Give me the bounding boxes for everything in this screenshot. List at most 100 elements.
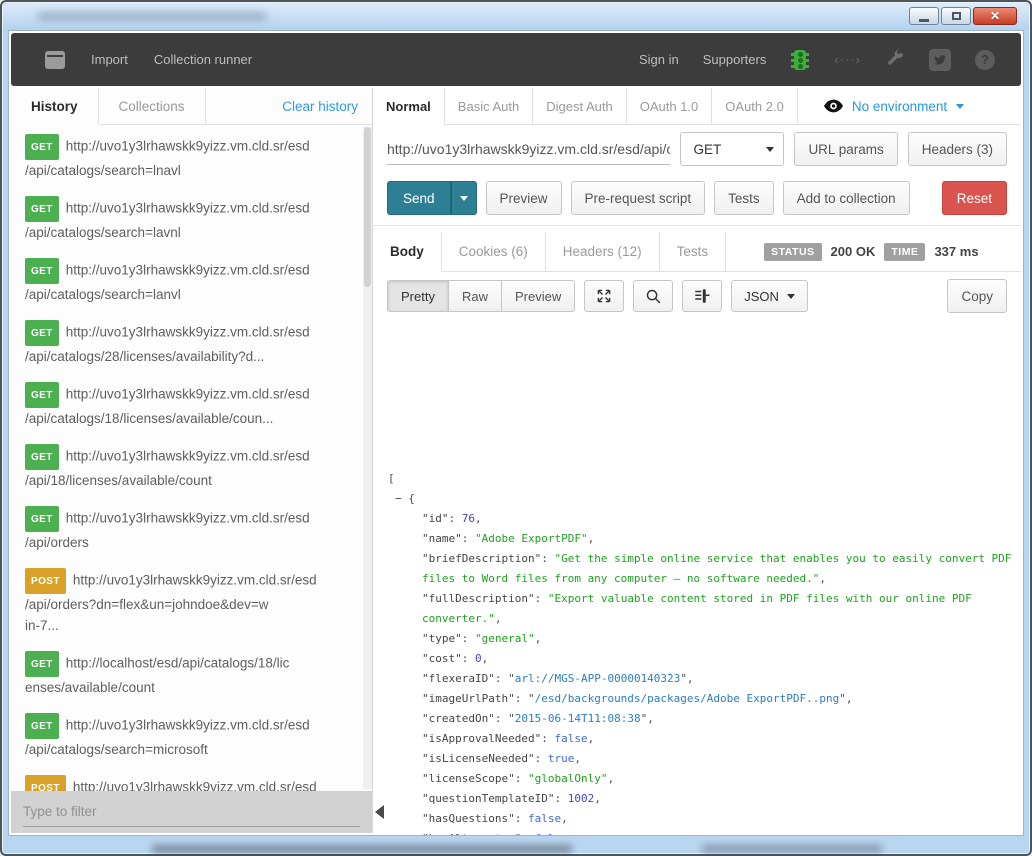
method-badge: GET [25, 196, 59, 222]
url-params-button[interactable]: URL params [794, 132, 897, 166]
minimize-button[interactable] [909, 7, 939, 25]
code-line: "briefDescription": "Get the simple onli… [388, 549, 1021, 569]
method-select[interactable]: GET [680, 132, 784, 166]
response-body[interactable]: [− {"id": 76,"name": "Adobe ExportPDF","… [373, 457, 1021, 836]
sign-in-button[interactable]: Sign in [639, 52, 679, 67]
history-url: /api/catalogs/28/licenses/availability?d… [25, 346, 358, 367]
code-line: "cost": 0, [388, 649, 1021, 669]
view-preview-button[interactable]: Preview [502, 280, 575, 312]
copy-button[interactable]: Copy [947, 279, 1007, 313]
history-url: /api/catalogs/search=lanvl [25, 284, 358, 305]
code-line: "id": 76, [388, 509, 1021, 529]
history-url: in-7... [25, 615, 358, 636]
tab-normal[interactable]: Normal [373, 88, 445, 125]
tab-digest-auth[interactable]: Digest Auth [533, 88, 627, 124]
code-line: "hasQuestions": false, [388, 809, 1021, 829]
method-value: GET [693, 142, 721, 157]
tab-basic-auth[interactable]: Basic Auth [445, 88, 533, 124]
sidebar-collapse-icon[interactable] [375, 805, 384, 819]
status-value: 200 OK [831, 244, 876, 259]
status-badge: STATUS [764, 243, 821, 261]
close-button[interactable]: ✕ [973, 7, 1017, 25]
format-select[interactable]: JSON [731, 280, 808, 312]
tab-history[interactable]: History [11, 88, 99, 125]
search-icon [645, 288, 662, 305]
window-body: Import Collection runner Sign in Support… [8, 30, 1024, 836]
reset-button[interactable]: Reset [942, 181, 1007, 215]
method-badge: GET [25, 713, 59, 739]
request-panel: Normal Basic Auth Digest Auth OAuth 1.0 … [373, 88, 1021, 833]
tab-tests[interactable]: Tests [660, 232, 727, 271]
history-url: http://uvo1y3lrhawskk9yizz.vm.cld.sr/esd [73, 780, 317, 792]
traffic-light-icon[interactable] [794, 50, 806, 70]
pre-request-script-button[interactable]: Pre-request script [571, 181, 706, 215]
indent-icon [693, 287, 711, 305]
code-line: "createdOn": "2015-06-14T11:08:38", [388, 709, 1021, 729]
code-brackets-icon[interactable]: ‹···› [834, 52, 861, 67]
environment-selector[interactable]: No environment [824, 88, 964, 124]
tab-oauth-2[interactable]: OAuth 2.0 [712, 88, 798, 124]
filter-input[interactable] [23, 797, 360, 827]
help-icon[interactable]: ? [975, 50, 995, 70]
history-item[interactable]: GEThttp://uvo1y3lrhawskk9yizz.vm.cld.sr/… [11, 435, 362, 497]
history-url: http://uvo1y3lrhawskk9yizz.vm.cld.sr/esd [66, 201, 310, 216]
tab-oauth-1[interactable]: OAuth 1.0 [627, 88, 713, 124]
history-item[interactable]: POSThttp://uvo1y3lrhawskk9yizz.vm.cld.sr… [11, 559, 362, 642]
supporters-button[interactable]: Supporters [703, 52, 767, 67]
window-titlebar[interactable]: ✕ [3, 3, 1029, 30]
history-item[interactable]: GEThttp://uvo1y3lrhawskk9yizz.vm.cld.sr/… [11, 704, 362, 766]
action-row: Send Preview Pre-request script Tests Ad… [373, 173, 1021, 223]
search-button[interactable] [633, 280, 673, 312]
view-pretty-button[interactable]: Pretty [387, 280, 449, 312]
wrench-icon[interactable] [885, 48, 905, 71]
twitter-icon[interactable] [929, 49, 951, 71]
sidebar-scrollbar[interactable] [363, 127, 372, 789]
tab-body[interactable]: Body [373, 232, 442, 272]
history-url: /api/catalogs/search=lavnl [25, 222, 358, 243]
top-toolbar: Import Collection runner Sign in Support… [11, 33, 1021, 86]
history-item[interactable]: GET http://uvo1y3lrhawskk9yizz.vm.cld.sr/… [11, 125, 362, 187]
time-value: 337 ms [934, 244, 978, 259]
history-url: /api/orders?dn=flex&un=johndoe&dev=w [25, 594, 358, 615]
history-item[interactable]: GET http://uvo1y3lrhawskk9yizz.vm.cld.sr/… [11, 187, 362, 249]
history-item[interactable]: GEThttp://localhost/esd/api/catalogs/18/… [11, 642, 362, 704]
url-input[interactable] [387, 133, 670, 165]
request-tabs: Normal Basic Auth Digest Auth OAuth 1.0 … [373, 88, 1021, 125]
method-badge: GET [25, 651, 59, 677]
import-button[interactable]: Import [91, 52, 128, 67]
headers-button[interactable]: Headers (3) [908, 132, 1007, 166]
method-badge: GET [25, 134, 59, 160]
method-badge: GET [25, 382, 59, 408]
eye-icon [824, 99, 843, 113]
add-to-collection-button[interactable]: Add to collection [783, 181, 910, 215]
clear-history-link[interactable]: Clear history [282, 88, 372, 124]
code-line: "type": "general", [388, 629, 1021, 649]
method-badge: GET [25, 444, 59, 470]
window-title-blurred [37, 12, 267, 21]
tab-collections[interactable]: Collections [99, 88, 206, 124]
format-button[interactable] [682, 280, 722, 312]
view-controls: Pretty Raw Preview [373, 272, 1021, 316]
history-url: /api/catalogs/search=microsoft [25, 739, 358, 760]
history-list: GET http://uvo1y3lrhawskk9yizz.vm.cld.sr/… [11, 125, 362, 791]
maximize-button[interactable] [941, 7, 971, 25]
expand-button[interactable] [584, 280, 624, 312]
history-url: http://uvo1y3lrhawskk9yizz.vm.cld.sr/esd [66, 139, 310, 154]
send-options-button[interactable] [451, 181, 477, 215]
sidebar-toggle-icon[interactable] [45, 51, 65, 69]
collection-runner-button[interactable]: Collection runner [154, 52, 252, 67]
history-item[interactable]: POSThttp://uvo1y3lrhawskk9yizz.vm.cld.sr… [11, 766, 362, 791]
history-item[interactable]: GEThttp://uvo1y3lrhawskk9yizz.vm.cld.sr/… [11, 311, 362, 373]
view-raw-button[interactable]: Raw [449, 280, 502, 312]
code-line: "name": "Adobe ExportPDF", [388, 529, 1021, 549]
environment-label: No environment [852, 99, 947, 114]
preview-button[interactable]: Preview [486, 181, 562, 215]
history-item[interactable]: GEThttp://uvo1y3lrhawskk9yizz.vm.cld.sr/… [11, 249, 362, 311]
tab-headers[interactable]: Headers (12) [546, 232, 660, 271]
history-item[interactable]: GEThttp://uvo1y3lrhawskk9yizz.vm.cld.sr/… [11, 497, 362, 559]
send-button[interactable]: Send [387, 181, 451, 215]
history-item[interactable]: GEThttp://uvo1y3lrhawskk9yizz.vm.cld.sr/… [11, 373, 362, 435]
tests-button[interactable]: Tests [714, 181, 774, 215]
tab-cookies[interactable]: Cookies (6) [442, 232, 546, 271]
sidebar-scrollbar-thumb[interactable] [364, 127, 371, 287]
